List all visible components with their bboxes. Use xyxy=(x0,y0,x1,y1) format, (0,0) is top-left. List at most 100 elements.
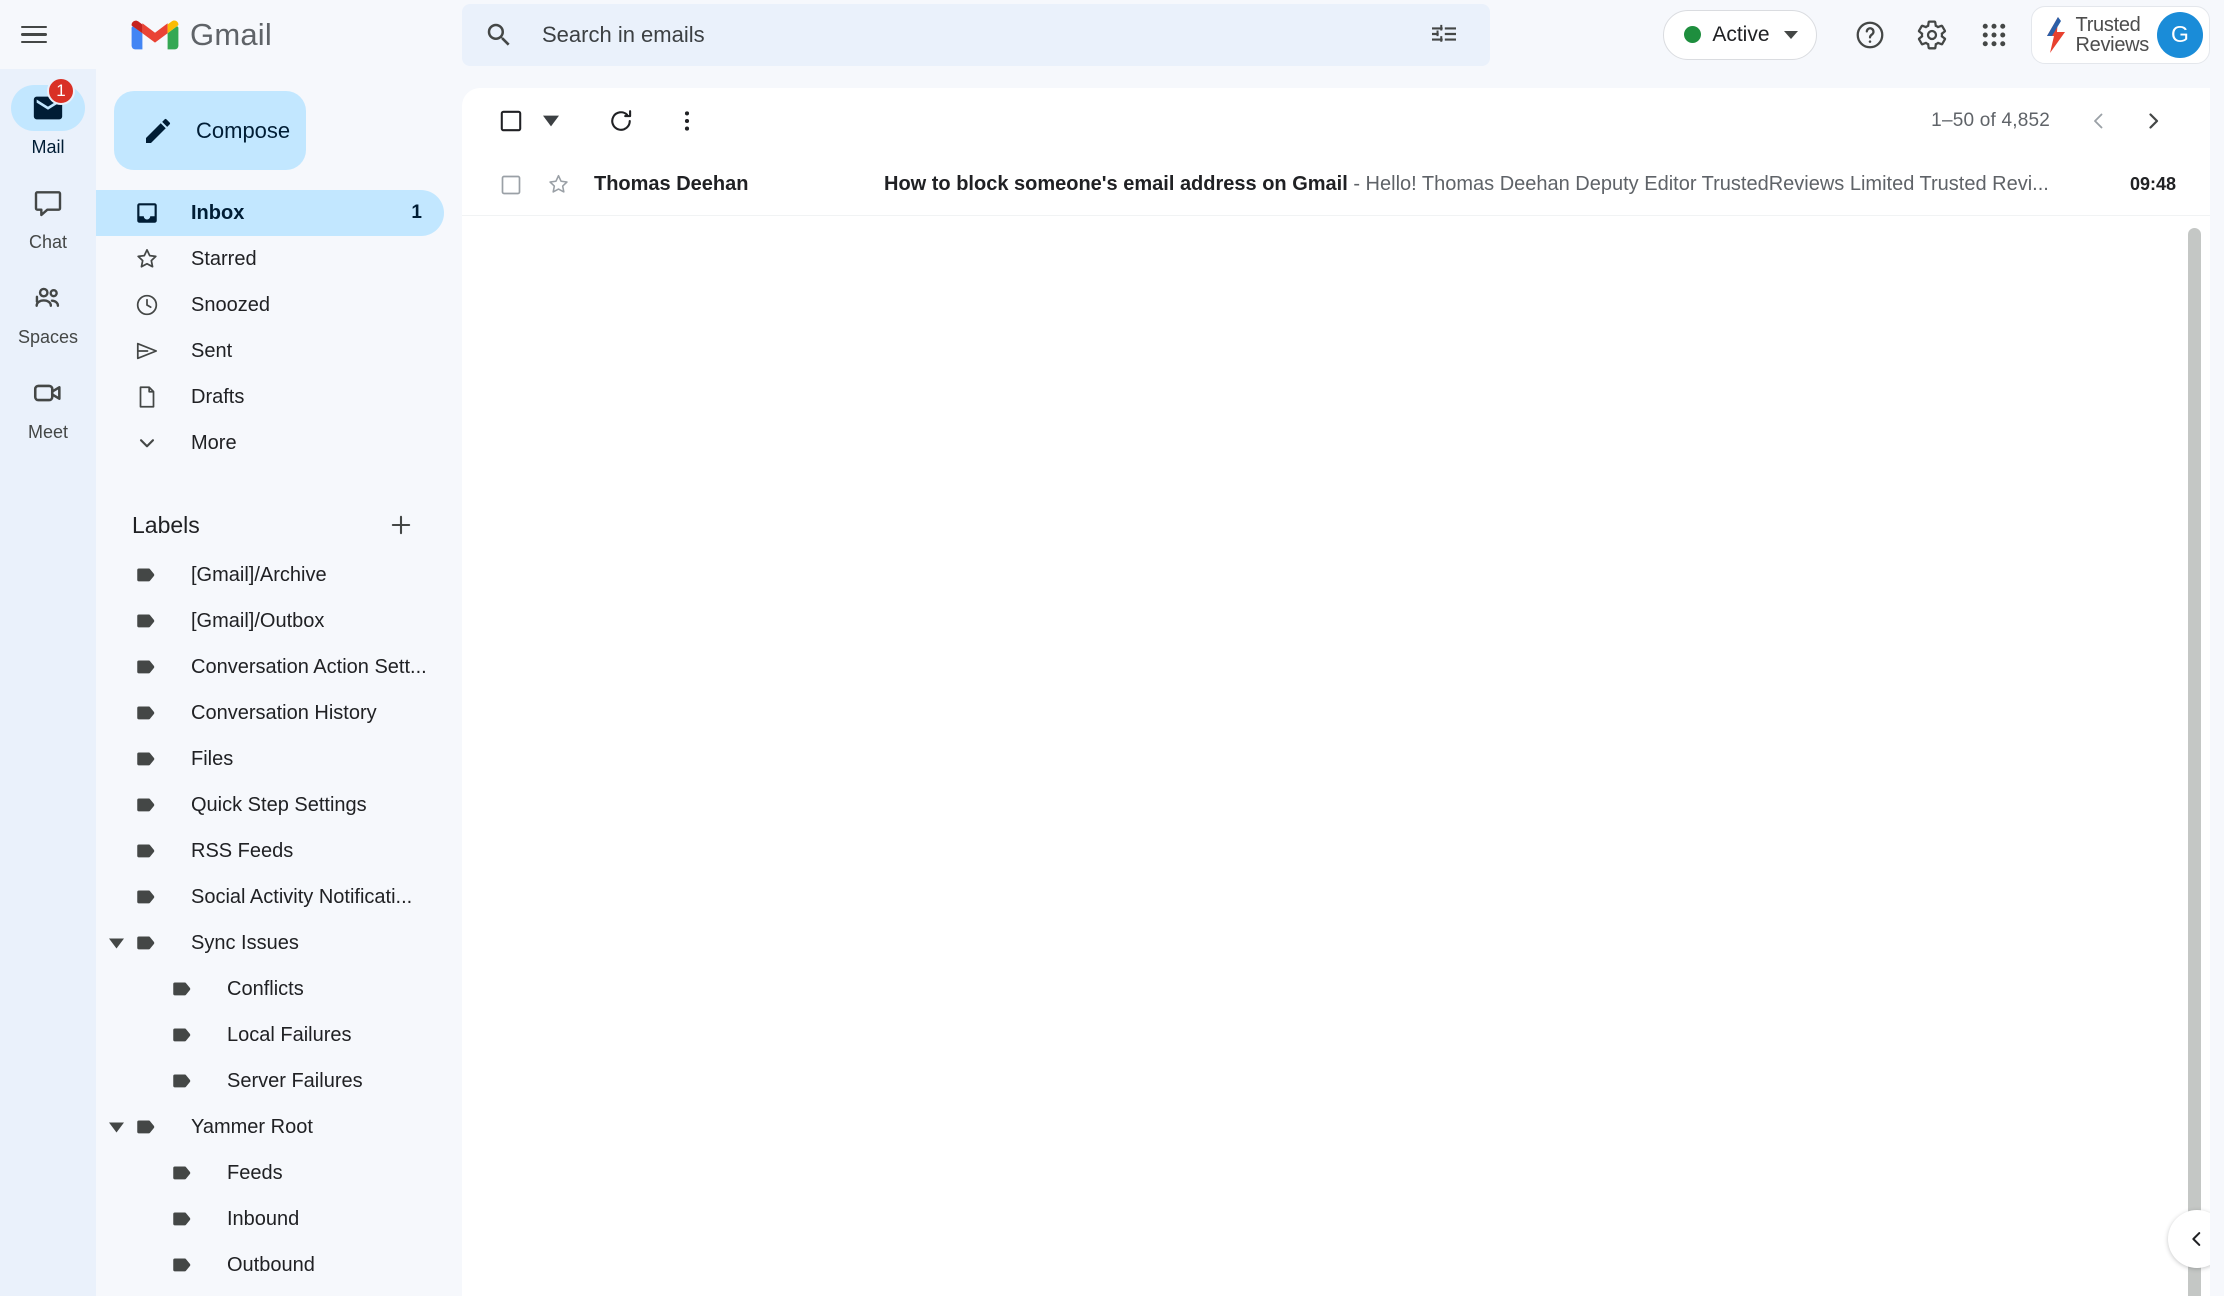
list-scrollbar[interactable] xyxy=(2186,228,2202,1296)
label-name: Conversation History xyxy=(191,701,377,724)
row-snippet: - Hello! Thomas Deehan Deputy Editor Tru… xyxy=(1353,173,2049,195)
avatar[interactable]: G xyxy=(2157,11,2203,58)
sidebar-label-item[interactable]: Conversation History xyxy=(96,690,444,736)
sidebar-label-item[interactable]: Feeds xyxy=(96,1150,444,1196)
select-all-checkbox[interactable] xyxy=(486,96,536,146)
table-row[interactable]: Thomas Deehan How to block someone's emai… xyxy=(462,154,2210,216)
label-tag-icon xyxy=(132,700,162,726)
sidebar-item-more[interactable]: More xyxy=(96,420,444,466)
rail-item-mail[interactable]: 1 Mail xyxy=(3,77,93,158)
labels-list: [Gmail]/Archive [Gmail]/Outbox Conversatio… xyxy=(96,552,458,1288)
label-name: Social Activity Notificati... xyxy=(191,885,413,908)
refresh-button[interactable] xyxy=(592,92,650,150)
sidebar-nav: Inbox 1 Starred Snoozed Sent Drafts More xyxy=(96,190,458,466)
scrollbar-thumb[interactable] xyxy=(2188,228,2201,1296)
caret-down-icon[interactable] xyxy=(106,936,126,951)
label-name: Local Failures xyxy=(227,1023,352,1046)
search-options-icon[interactable] xyxy=(1428,18,1462,52)
sidebar-label-item[interactable]: Sync Issues xyxy=(96,920,444,966)
spaces-icon-box xyxy=(11,275,85,321)
main-menu-button[interactable] xyxy=(0,0,68,69)
mail-unread-badge: 1 xyxy=(47,77,75,105)
settings-button[interactable] xyxy=(1901,4,1963,66)
label-name: Conflicts xyxy=(227,977,304,1000)
label-tag-icon xyxy=(168,1252,198,1278)
status-chip[interactable]: Active xyxy=(1663,9,1817,60)
top-bar: Gmail Active xyxy=(0,0,2224,69)
clock-icon xyxy=(132,292,162,318)
sidebar-item-snoozed[interactable]: Snoozed xyxy=(96,282,444,328)
rail-item-meet[interactable]: Meet xyxy=(3,370,93,443)
org-line-1: Trusted xyxy=(2075,13,2141,36)
label-tag-icon xyxy=(168,1022,198,1048)
rail-label-mail: Mail xyxy=(31,137,65,157)
sidebar-item-drafts[interactable]: Drafts xyxy=(96,374,444,420)
gmail-brand-label: Gmail xyxy=(190,16,272,52)
email-list: Thomas Deehan How to block someone's emai… xyxy=(462,154,2210,216)
sidebar-label-item[interactable]: Conflicts xyxy=(96,966,444,1012)
sidebar-item-starred[interactable]: Starred xyxy=(96,236,444,282)
list-toolbar: 1–50 of 4,852 xyxy=(462,88,2210,154)
rail-item-chat[interactable]: Chat xyxy=(3,180,93,253)
label-tag-icon xyxy=(132,1114,162,1140)
sidebar-label-item[interactable]: Quick Step Settings xyxy=(96,782,444,828)
sidebar-label-inbox: Inbox xyxy=(191,201,245,224)
sidebar-label-item[interactable]: Files xyxy=(96,736,444,782)
sidebar-label-sent: Sent xyxy=(191,339,233,362)
document-icon xyxy=(132,384,162,410)
google-apps-button[interactable] xyxy=(1963,4,2025,66)
label-tag-icon xyxy=(132,562,162,588)
meet-icon-box xyxy=(11,370,85,416)
label-name: Server Failures xyxy=(227,1069,363,1092)
label-tag-icon xyxy=(132,654,162,680)
rail-label-spaces: Spaces xyxy=(17,327,79,347)
row-checkbox[interactable] xyxy=(486,173,536,197)
row-star-icon[interactable] xyxy=(536,172,580,197)
email-list-panel: 1–50 of 4,852 Thomas Deehan How to block … xyxy=(462,88,2210,1296)
sidebar-label-item[interactable]: Local Failures xyxy=(96,1012,444,1058)
compose-button[interactable]: Compose xyxy=(114,91,306,170)
caret-down-icon[interactable] xyxy=(106,1120,126,1135)
search-icon[interactable] xyxy=(482,18,516,52)
account-chip[interactable]: Trusted Reviews G xyxy=(2030,5,2210,64)
sidebar-label-item[interactable]: RSS Feeds xyxy=(96,828,444,874)
newer-page-button[interactable] xyxy=(2072,94,2126,148)
search-bar[interactable] xyxy=(462,4,1490,66)
create-label-button[interactable] xyxy=(380,504,422,546)
sidebar-label-item[interactable]: Inbound xyxy=(96,1196,444,1242)
rail-item-spaces[interactable]: Spaces xyxy=(3,275,93,348)
sidebar-label-item[interactable]: [Gmail]/Outbox xyxy=(96,598,444,644)
sidebar-label-more: More xyxy=(191,431,237,454)
send-icon xyxy=(132,338,162,364)
label-tag-icon xyxy=(168,1160,198,1186)
mail-icon-box: 1 xyxy=(11,77,85,131)
label-name: Quick Step Settings xyxy=(191,793,367,816)
sidebar-label-item[interactable]: Yammer Root xyxy=(96,1104,444,1150)
sidebar-label-item[interactable]: Server Failures xyxy=(96,1058,444,1104)
inbox-icon xyxy=(132,200,162,226)
older-page-button[interactable] xyxy=(2126,94,2180,148)
row-subject: How to block someone's email address on … xyxy=(884,173,2090,196)
more-options-button[interactable] xyxy=(658,92,716,150)
sidebar-label-item[interactable]: Social Activity Notificati... xyxy=(96,874,444,920)
search-input[interactable] xyxy=(542,22,1428,48)
label-tag-icon xyxy=(132,838,162,864)
label-name: Conversation Action Sett... xyxy=(191,655,427,678)
select-all-dropdown[interactable] xyxy=(536,96,566,146)
label-tag-icon xyxy=(132,930,162,956)
sidebar-item-inbox[interactable]: Inbox 1 xyxy=(96,190,444,236)
apps-grid-icon xyxy=(1979,20,2009,50)
label-tag-icon xyxy=(168,976,198,1002)
compose-pencil-icon xyxy=(142,115,174,147)
sidebar-label-item[interactable]: Conversation Action Sett... xyxy=(96,644,444,690)
side-panel-toggle[interactable] xyxy=(2168,1210,2210,1268)
sidebar-item-sent[interactable]: Sent xyxy=(96,328,444,374)
sidebar-label-item[interactable]: [Gmail]/Archive xyxy=(96,552,444,598)
help-button[interactable] xyxy=(1839,4,1901,66)
gmail-brand[interactable]: Gmail xyxy=(131,17,272,53)
label-tag-icon xyxy=(168,1206,198,1232)
sidebar-label-item[interactable]: Outbound xyxy=(96,1242,444,1288)
label-tag-icon xyxy=(132,608,162,634)
top-right-controls: Active Trusted Reviews G xyxy=(1663,0,2210,69)
chevron-down-icon xyxy=(132,430,162,456)
